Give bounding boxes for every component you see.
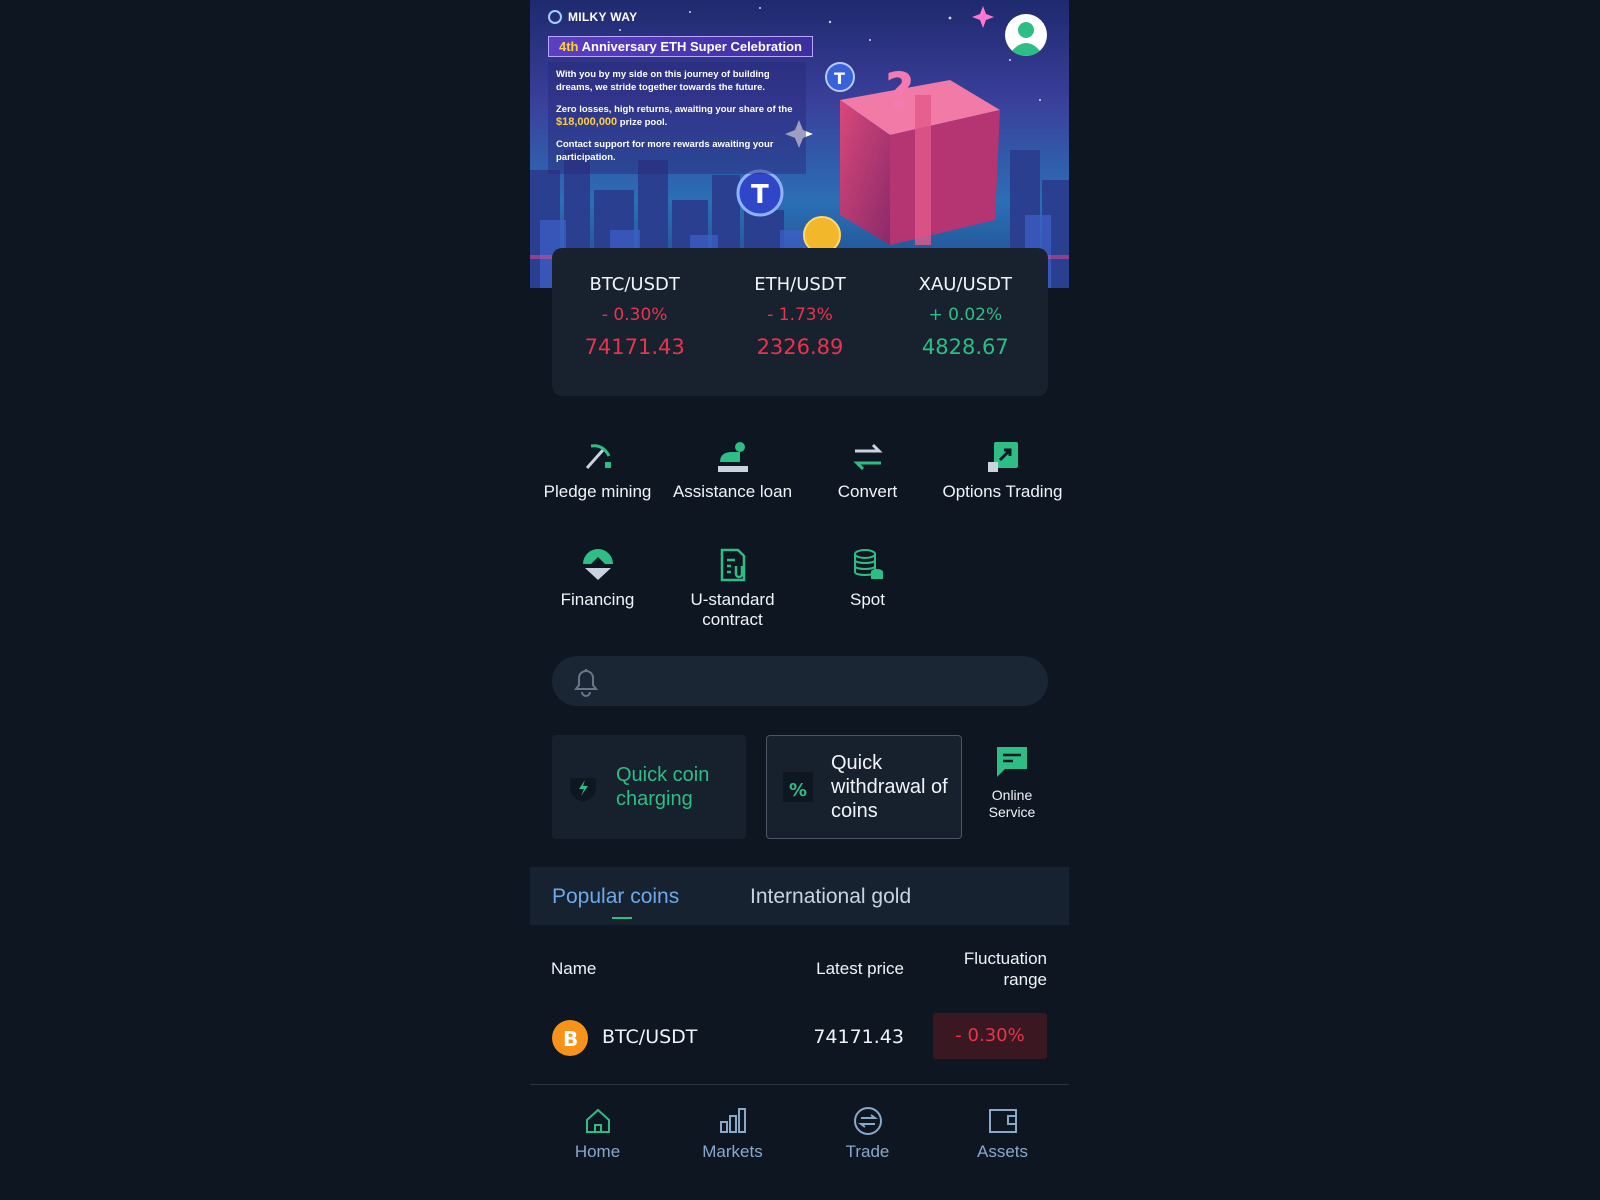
promo-title: 4th Anniversary ETH Super Celebration [548, 36, 813, 57]
ticker-btc[interactable]: BTC/USDT - 0.30% 74171.43 [552, 248, 717, 396]
quick-coin-charging-card[interactable]: Quick coin charging [552, 735, 746, 839]
percent-icon: % [783, 772, 813, 802]
home-icon [585, 1108, 610, 1133]
ticker-price: 74171.43 [584, 335, 685, 359]
brand-mark-icon [548, 10, 562, 24]
ticker-change: - 0.30% [601, 305, 668, 325]
brand-logo: MILKY WAY [548, 10, 637, 24]
promo-banner[interactable]: ? T T MILKY WAY 4th Anniversary ETH Supe… [530, 0, 1069, 288]
fn-assistance-loan[interactable]: Assistance loan [665, 440, 800, 502]
fn-convert[interactable]: Convert [800, 440, 935, 502]
fn-label: Assistance loan [672, 482, 793, 501]
promo-line-3: Contact support for more rewards awaitin… [556, 139, 774, 163]
promo-line-2-b: prize pool. [617, 117, 668, 128]
ticker-pair: BTC/USDT [589, 274, 680, 295]
fn-financing[interactable]: Financing [530, 548, 665, 610]
fn-label: Financing [560, 590, 635, 609]
coin-stack-icon [853, 549, 883, 579]
market-ticker-card: BTC/USDT - 0.30% 74171.43 ETH/USDT - 1.7… [552, 248, 1048, 396]
wallet-icon [988, 1109, 1017, 1133]
fn-spot[interactable]: Spot [800, 548, 935, 610]
nav-trade-label: Trade [845, 1142, 890, 1161]
options-chart-icon [987, 442, 1018, 472]
ticker-price: 4828.67 [921, 335, 1009, 359]
promo-line-1: With you by my side on this journey of b… [556, 69, 770, 93]
fn-label: Pledge mining [543, 482, 652, 501]
pickaxe-icon [585, 444, 611, 469]
nav-markets[interactable]: Markets [665, 1106, 800, 1162]
row-latest-price: 74171.43 [813, 1026, 904, 1048]
col-name: Name [551, 959, 597, 978]
quick-withdrawal-card[interactable]: % Quick withdrawal of coins [766, 735, 962, 839]
nav-markets-label: Markets [702, 1142, 763, 1161]
row-fluctuation-badge: - 0.30% [933, 1013, 1047, 1059]
table-header: Name Latest price Fluctuation range [530, 944, 1069, 996]
chat-bubble-icon [997, 747, 1027, 777]
row-symbol: BTC/USDT [602, 1026, 698, 1048]
nav-assets[interactable]: Assets [935, 1106, 1070, 1162]
quick-withdraw-label: Quick withdrawal of coins [831, 752, 948, 822]
ticker-eth[interactable]: ETH/USDT - 1.73% 2326.89 [717, 248, 882, 396]
bottom-nav: Home Markets Trade Assets [530, 1100, 1069, 1200]
promo-prize-amount: $18,000,000 [556, 116, 618, 128]
bell-icon [574, 669, 598, 697]
ticker-change: + 0.02% [928, 305, 1003, 325]
fn-options-trading[interactable]: Options Trading [935, 440, 1070, 502]
fn-pledge-mining[interactable]: Pledge mining [530, 440, 665, 502]
ticker-pair: XAU/USDT [918, 274, 1012, 295]
shield-lightning-icon [570, 778, 596, 802]
notice-bar[interactable] [552, 656, 1048, 706]
promo-title-highlight: 4th [559, 39, 579, 54]
loan-icon [717, 442, 748, 472]
active-tab-indicator [612, 917, 632, 919]
convert-arrows-icon [852, 443, 883, 471]
bitcoin-icon: B [552, 1020, 588, 1056]
bitcoin-symbol-icon: B [563, 1027, 578, 1051]
nav-home[interactable]: Home [530, 1106, 665, 1162]
tab-popular-coins[interactable]: Popular coins [552, 885, 679, 909]
svg-text:B: B [563, 1027, 578, 1051]
online-service-button[interactable]: Online Service [974, 745, 1050, 821]
ticker-change: - 1.73% [767, 305, 833, 325]
promo-title-text: Anniversary ETH Super Celebration [578, 39, 802, 54]
fn-label: Options Trading [942, 482, 1063, 501]
nav-divider [530, 1084, 1069, 1085]
app-screen: ? T T MILKY WAY 4th Anniversary ETH Supe… [530, 0, 1069, 1200]
user-avatar-icon [1011, 22, 1041, 56]
nav-assets-label: Assets [976, 1142, 1029, 1161]
svg-text:T: T [834, 69, 845, 88]
svg-text:%: % [789, 780, 807, 801]
ticker-price: 2326.89 [756, 335, 844, 359]
promo-text-box: With you by my side on this journey of b… [548, 62, 806, 174]
tab-international-gold[interactable]: International gold [750, 885, 911, 909]
table-row[interactable]: B BTC/USDT 74171.43 - 0.30% [530, 1010, 1069, 1066]
brand-name: MILKY WAY [568, 10, 638, 24]
user-avatar[interactable] [1005, 14, 1047, 56]
col-fluctuation-range: Fluctuation range [963, 949, 1047, 989]
quick-charge-label: Quick coin charging [616, 764, 710, 810]
svg-text:T: T [751, 180, 769, 210]
nav-home-label: Home [574, 1142, 621, 1161]
nav-trade[interactable]: Trade [800, 1106, 935, 1162]
fn-label: Convert [837, 482, 898, 501]
fn-label: Spot [850, 590, 885, 609]
online-service-label: Online Service [988, 787, 1036, 820]
svg-text:?: ? [885, 62, 914, 120]
bar-chart-icon [719, 1108, 746, 1133]
col-latest-price: Latest price [816, 959, 904, 978]
promo-line-2: Zero losses, high returns, awaiting your… [556, 103, 798, 129]
coin-tabs: Popular coins International gold [530, 867, 1069, 925]
promo-line-2-a: Zero losses, high returns, awaiting your… [556, 104, 793, 115]
ticker-pair: ETH/USDT [754, 274, 846, 295]
financing-icon [582, 549, 613, 580]
trade-exchange-icon [853, 1107, 882, 1135]
contract-document-icon [720, 548, 745, 582]
ticker-xau[interactable]: XAU/USDT + 0.02% 4828.67 [883, 248, 1048, 396]
fn-label: U-standard contract [690, 590, 775, 629]
fn-u-standard-contract[interactable]: U-standard contract [665, 548, 800, 630]
